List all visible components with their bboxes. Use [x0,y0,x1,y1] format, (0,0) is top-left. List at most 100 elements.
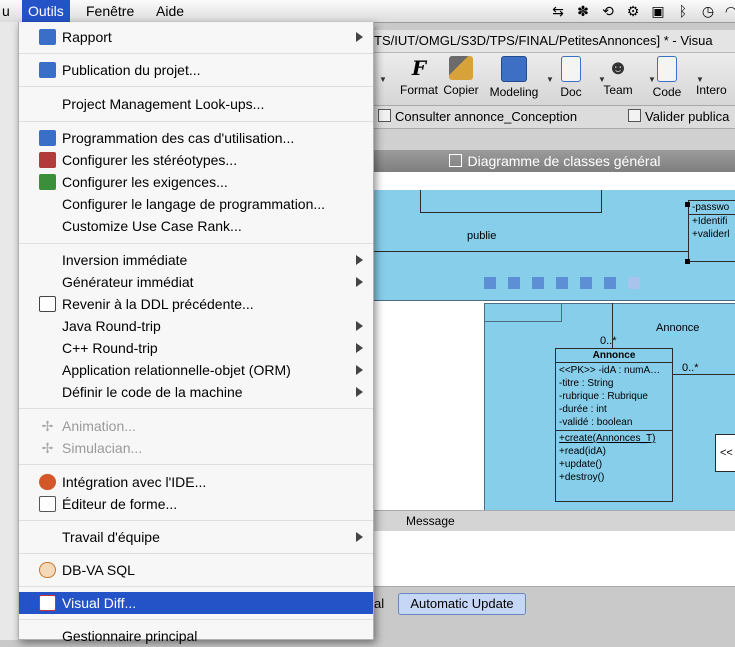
tray-wifi-icon[interactable]: ◠ [722,2,735,20]
stereotype-icon [39,152,56,168]
menu-outils[interactable]: Outils [22,0,70,22]
shape-editor-icon [39,496,56,512]
menu-fenetre[interactable]: Fenêtre [80,0,140,22]
left-panel-strip [0,22,18,640]
chevron-down-icon[interactable]: ▼ [379,75,387,84]
multiplicity-top: 0..* [600,335,617,347]
quick-icon[interactable] [508,277,520,289]
class-user-partial[interactable]: -passwo +Identifi +validerl [688,200,735,262]
menu-item-dbva-sql[interactable]: DB-VA SQL [19,559,373,581]
menu-item-cpp-roundtrip[interactable]: C++ Round-trip [19,337,373,359]
class-upper[interactable] [420,190,602,213]
menu-separator [19,243,373,244]
tray-bluetooth-icon[interactable]: ᛒ [674,2,692,20]
window-title-bar: TS/IUT/OMGL/S3D/TPS/FINAL/PetitesAnnonce… [374,30,735,53]
menu-item-ide[interactable]: Intégration avec l'IDE... [19,471,373,493]
association-line [612,303,613,348]
copier-button[interactable]: Copier [436,56,486,97]
menu-item-ddl[interactable]: Revenir à la DDL précédente... [19,293,373,315]
menu-item-visual-diff[interactable]: Visual Diff... [19,592,373,614]
submenu-arrow-icon [356,532,363,542]
menu-item-inversion[interactable]: Inversion immédiate [19,249,373,271]
tab-consulter-annonce[interactable]: Consulter annonce_Conception [378,108,577,126]
menu-partial[interactable]: u [0,0,16,22]
document-icon [561,56,581,82]
diagram-quick-toolbar [484,277,644,291]
diagram-canvas[interactable]: publie -passwo +Identifi +validerl Annon… [374,172,735,510]
menu-item-generateur[interactable]: Générateur immédiat [19,271,373,293]
selection-handle[interactable] [685,202,690,207]
quick-icon[interactable] [580,277,592,289]
class-annonce[interactable]: Annonce <<PK>> -idA : numA… -titre : Str… [555,348,673,502]
code-button[interactable]: Code [642,56,692,99]
package-tab [484,303,562,322]
menu-item-prog-cas[interactable]: Programmation des cas d'utilisation... [19,127,373,149]
menu-separator [19,121,373,122]
ddl-icon [39,296,56,312]
menu-item-exigences[interactable]: Configurer les exigences... [19,171,373,193]
package-label: Annonce [656,322,700,334]
menu-item-pm-lookups[interactable]: Project Management Look-ups... [19,93,373,115]
tab-valider-publication[interactable]: Valider publica [628,108,729,126]
menu-separator [19,586,373,587]
tray-sync-icon[interactable]: ⇆ [549,2,567,20]
tray-sync-icon-2[interactable]: ⟲ [599,2,617,20]
submenu-arrow-icon [356,255,363,265]
submenu-arrow-icon [356,277,363,287]
tray-window-icon[interactable]: ▣ [649,2,667,20]
dbva-icon [39,562,56,578]
quick-icon[interactable] [484,277,496,289]
menu-item-orm[interactable]: Application relationnelle-objet (ORM) [19,359,373,381]
menu-item-use-case-rank[interactable]: Customize Use Case Rank... [19,215,373,237]
publish-icon [39,62,56,78]
submenu-arrow-icon [356,387,363,397]
requirement-icon [39,174,56,190]
menu-item-rapport[interactable]: Rapport [19,26,373,48]
tray-clock-icon[interactable]: ◷ [699,2,717,20]
tray-paw-icon[interactable]: ✽ [574,2,592,20]
message-header: Message [374,510,735,531]
doc-button[interactable]: Doc [546,56,596,99]
association-line [672,374,735,375]
menu-item-code-machine[interactable]: Définir le code de la machine [19,381,373,403]
report-icon [39,29,56,45]
menu-aide[interactable]: Aide [150,0,190,22]
window-title: TS/IUT/OMGL/S3D/TPS/FINAL/PetitesAnnonce… [374,33,713,48]
tray-settings-icon[interactable]: ⚙ [624,2,642,20]
class-name: Annonce [556,349,672,363]
automatic-update-tab[interactable]: Automatic Update [398,593,526,615]
operation: +validerl [692,229,730,240]
menu-item-java-roundtrip[interactable]: Java Round-trip [19,315,373,337]
menu-item-stereotypes[interactable]: Configurer les stéréotypes... [19,149,373,171]
interop-button[interactable]: Intero [696,56,735,97]
visual-diff-icon [39,595,56,611]
diagram-title-bar: Diagramme de classes général [374,150,735,172]
association-line [374,251,694,252]
operation: +read(idA) [559,446,606,457]
quick-icon[interactable] [556,277,568,289]
quick-icon[interactable] [628,277,640,289]
selection-handle[interactable] [685,259,690,264]
menu-item-publication[interactable]: Publication du projet... [19,59,373,81]
menu-separator [19,53,373,54]
menu-separator [19,619,373,620]
format-icon: F [411,56,427,80]
menu-item-gestionnaire[interactable]: Gestionnaire principal [19,625,373,647]
team-icon: ☻ [607,57,629,79]
simulation-icon: ✢ [41,440,54,456]
quick-icon[interactable] [532,277,544,289]
team-button[interactable]: ☻ Team [593,56,643,97]
menu-item-langage[interactable]: Configurer le langage de programmation..… [19,193,373,215]
class-partial-right[interactable]: << [715,434,735,472]
menu-separator [19,408,373,409]
association-label: publie [467,230,497,242]
message-area[interactable] [374,531,735,587]
attribute: -titre : String [559,378,614,389]
menu-separator [19,553,373,554]
menu-item-editeur-forme[interactable]: Éditeur de forme... [19,493,373,515]
menu-item-travail-equipe[interactable]: Travail d'équipe [19,526,373,548]
modeling-button[interactable]: Modeling [486,56,542,99]
quick-icon[interactable] [604,277,616,289]
status-tab-partial[interactable]: al [374,596,384,611]
submenu-arrow-icon [356,365,363,375]
